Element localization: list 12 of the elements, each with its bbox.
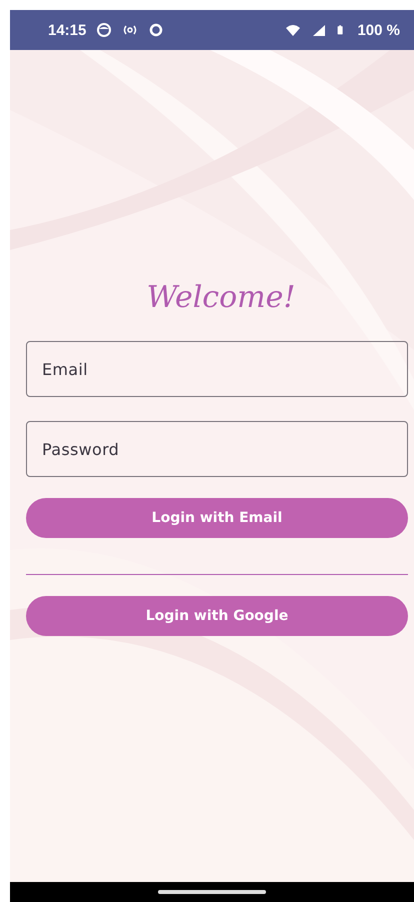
google-login-button[interactable]: Login with Google <box>26 596 408 636</box>
status-time: 14:15 <box>48 22 86 38</box>
email-login-button[interactable]: Login with Email <box>26 498 408 538</box>
face-icon <box>96 22 112 38</box>
signal-icon <box>311 22 328 38</box>
wifi-icon <box>285 22 302 38</box>
password-field[interactable]: Password <box>26 421 408 477</box>
home-indicator[interactable] <box>158 890 266 894</box>
circle-icon <box>148 22 164 38</box>
email-field[interactable]: Email <box>26 341 408 397</box>
battery-percent: 100 % <box>357 22 400 38</box>
welcome-title: Welcome! <box>146 279 296 317</box>
